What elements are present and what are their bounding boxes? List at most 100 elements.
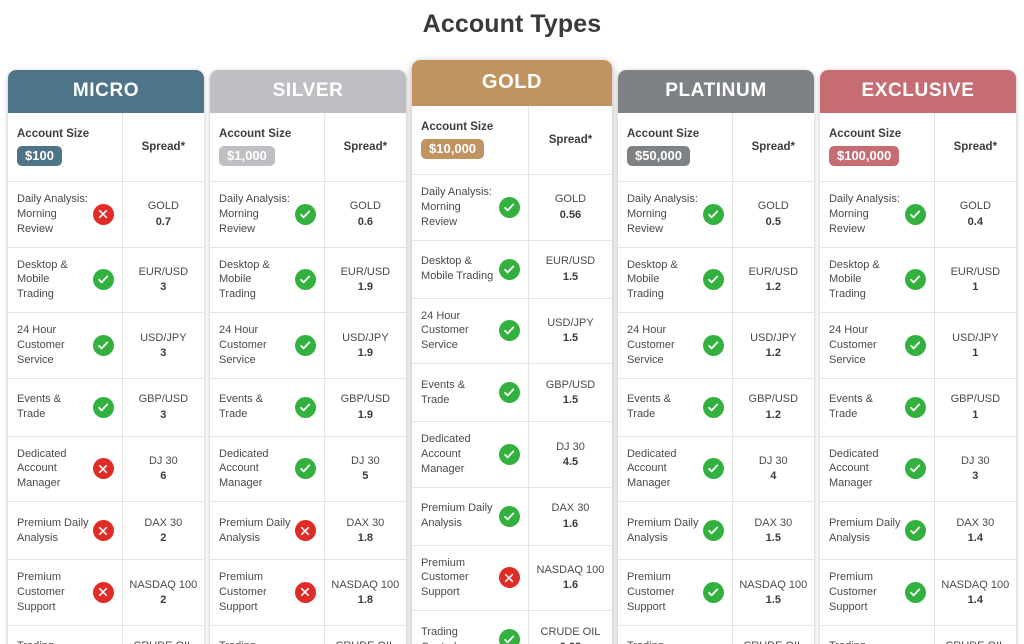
check-icon [702,269,724,291]
feature-label: Premium Customer Support [828,571,877,613]
spread-cell: USD/JPY 1.2 [733,313,814,378]
cross-icon [294,520,316,542]
feature-label: Dedicated Account Manager [219,447,269,490]
feature-row: Trading Central CRUDE OIL0.02 [819,624,1016,644]
spread-instrument: USD/JPY [952,331,999,344]
spread-cell: NASDAQ 100 1.4 [935,560,1016,625]
feature-label: Premium Customer Support [219,571,267,613]
spread-value: 1 [972,408,979,421]
spread-cell: DJ 30 4 [733,437,814,502]
feature-cell: 24 Hour Customer Service [412,298,529,364]
account-size-badge: $10,000 [421,138,485,160]
spread-value: 3 [160,346,167,359]
feature-cell: Premium Daily Analysis [210,502,325,560]
card-header-silver: SILVER [210,70,407,113]
feature-label: Trading Central [219,639,291,644]
spread-cell: GBP/USD 1.9 [325,379,406,436]
feature-row: Events & Trade GBP/USD 1.2 [617,377,814,436]
check-icon [498,505,520,527]
card-body: Account Size $50,000 Spread* Daily Analysis… [617,113,814,644]
account-card-gold[interactable]: GOLD Account Size $10,000 Spread* Daily Anal… [412,60,612,644]
spread-instrument: USD/JPY [140,331,187,344]
spread-cell: DAX 30 2 [123,502,204,559]
feature-row: Premium Daily Analysis DAX 30 1.4 [819,501,1016,560]
feature-cell: 24 Hour Customer Service [210,313,325,378]
spread-value: 3 [160,408,167,421]
feature-row: Premium Customer Support NASDAQ 100 1.4 [819,559,1016,625]
check-icon [294,269,316,291]
spread-instrument: GBP/USD [138,393,189,406]
spread-value: 1.4 [967,593,983,606]
feature-row: Desktop & Mobile Trading EUR/USD 1 [819,246,1016,313]
feature-row: 24 Hour Customer Service USD/JPY 1.9 [210,312,407,378]
account-card-exclusive[interactable]: EXCLUSIVE Account Size $100,000 Spread* Dail… [819,70,1016,644]
feature-row: Events & Trade GBP/USD 1.5 [412,363,612,422]
feature-cell: Premium Daily Analysis [8,502,123,560]
feature-cell: Trading Central [8,625,123,644]
spread-instrument: GOLD [147,200,179,213]
feature-row: Premium Daily Analysis DAX 30 1.6 [412,486,612,545]
spread-instrument: CRUDE OIL [540,625,601,638]
spread-instrument: CRUDE OIL [743,639,803,644]
spread-value: 0.7 [155,215,171,228]
feature-row: Events & Trade GBP/USD 3 [8,377,205,436]
spread-instrument: CRUDE OIL [945,639,1005,644]
spread-value: 2 [160,532,167,545]
account-size-label: Account Size [626,127,700,140]
account-size-row: Account Size $10,000 Spread* [412,106,612,174]
feature-cell: Premium Customer Support [820,560,935,625]
feature-row: Desktop & Mobile Trading EUR/USD 1.9 [210,246,407,313]
feature-row: Premium Customer Support NASDAQ 100 1.8 [210,559,407,625]
feature-label: Dedicated Account Manager [17,447,67,490]
account-card-silver[interactable]: SILVER Account Size $1,000 Spread* Daily Ana… [210,70,407,644]
feature-row: Desktop & Mobile Trading EUR/USD 1.2 [617,246,814,313]
spread-cell: NASDAQ 100 1.6 [529,546,612,611]
card-header-exclusive: EXCLUSIVE [819,70,1016,113]
card-body: Account Size $100,000 Spread* Daily Analysi… [819,113,1016,644]
spread-cell: DAX 30 1.6 [529,488,612,545]
spread-header-label: Spread* [141,141,186,153]
pricing-cards-row: MICRO Account Size $100 Spread* Daily Analys… [0,44,1024,644]
spread-value: 4 [770,470,777,483]
spread-instrument: DAX 30 [346,516,385,529]
feature-label: 24 Hour Customer Service [626,324,675,366]
spread-instrument: GOLD [959,200,991,213]
account-card-platinum[interactable]: PLATINUM Account Size $50,000 Spread* Daily … [617,70,814,644]
spread-header-label: Spread* [343,141,388,153]
account-card-micro[interactable]: MICRO Account Size $100 Spread* Daily Analys… [8,70,205,644]
spread-instrument: GOLD [349,200,381,213]
feature-row: Trading Central CRUDE OIL0.04 [210,624,407,644]
feature-row: Desktop & Mobile Trading EUR/USD 3 [8,246,205,313]
check-icon [904,520,926,542]
spread-cell: GBP/USD 1 [935,379,1016,436]
feature-row: Trading Central CRUDE OIL0.05 [8,624,205,644]
spread-instrument: CRUDE OIL [133,639,193,644]
feature-cell: 24 Hour Customer Service [820,313,935,378]
feature-row: Dedicated Account Manager DJ 30 4 [617,435,814,502]
check-icon [498,629,520,644]
spread-cell: GOLD 0.4 [935,182,1016,247]
check-icon [498,258,520,280]
feature-cell: Dedicated Account Manager [210,436,325,502]
feature-label: 24 Hour Customer Service [421,309,469,352]
spread-instrument: DAX 30 [956,516,995,529]
account-size-cell: Account Size $100,000 [820,113,935,181]
spread-value: 0.03 [560,640,581,644]
feature-row: 24 Hour Customer Service USD/JPY 1 [819,312,1016,378]
check-icon [294,203,316,225]
spread-cell: USD/JPY 1 [935,313,1016,378]
check-icon [702,334,724,356]
spread-cell: DJ 30 3 [935,437,1016,502]
account-size-cell: Account Size $100 [8,113,123,181]
feature-label: Events & Trade [17,393,62,421]
spread-instrument: DAX 30 [144,516,183,529]
account-size-row: Account Size $100 Spread* [8,113,204,181]
card-header-gold: GOLD [412,60,612,106]
feature-label: Premium Daily Analysis [828,516,901,544]
spread-cell: EUR/USD 1.5 [529,241,612,298]
check-icon [498,443,520,465]
feature-label: Daily Analysis: Morning Review [17,193,88,235]
feature-row: Dedicated Account Manager DJ 30 3 [819,435,1016,502]
feature-cell: Events & Trade [8,378,123,436]
spread-instrument: USD/JPY [342,331,389,344]
